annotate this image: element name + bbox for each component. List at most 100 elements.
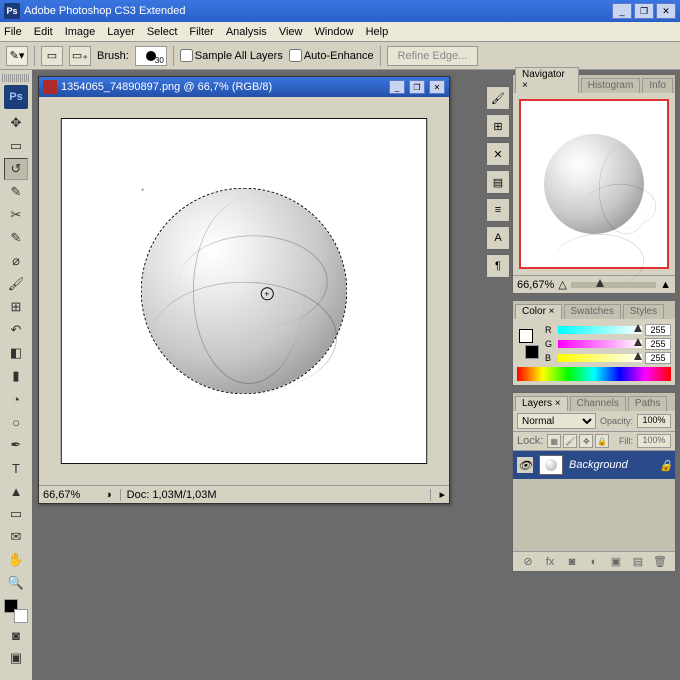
layer-thumbnail[interactable] (539, 455, 563, 475)
lasso-tool[interactable]: ↺ (4, 158, 28, 180)
new-selection-icon[interactable]: ▭ (41, 46, 63, 66)
path-select-tool[interactable]: ▲ (4, 480, 28, 502)
tab-color[interactable]: Color × (515, 304, 562, 319)
pen-tool[interactable]: ✒ (4, 434, 28, 456)
toolbox-handle[interactable] (2, 74, 30, 82)
status-info-icon[interactable]: ◑ (105, 489, 112, 501)
lock-position-icon[interactable]: ✥ (579, 434, 593, 448)
screen-mode-tool[interactable]: ▣ (4, 647, 28, 669)
background-swatch[interactable] (14, 609, 28, 623)
actions-panel-icon[interactable]: ≡ (486, 198, 510, 222)
eyedropper-tool[interactable]: ✎ (4, 227, 28, 249)
tool-preset-icon[interactable]: ✎▾ (6, 46, 28, 66)
move-tool[interactable]: ✥ (4, 112, 28, 134)
tab-styles[interactable]: Styles (623, 304, 664, 319)
stamp-tool[interactable]: ⊞ (4, 296, 28, 318)
doc-close-button[interactable]: ✕ (429, 80, 445, 94)
shape-tool[interactable]: ▭ (4, 503, 28, 525)
tab-histogram[interactable]: Histogram (581, 78, 641, 93)
menu-help[interactable]: Help (366, 26, 389, 38)
b-slider[interactable] (558, 354, 642, 362)
navigator-zoom-slider[interactable] (571, 282, 656, 288)
adjustment-layer-icon[interactable]: ◐ (586, 555, 602, 569)
menu-view[interactable]: View (279, 26, 303, 38)
r-slider[interactable] (558, 326, 642, 334)
lock-transparency-icon[interactable]: ▦ (547, 434, 561, 448)
clone-panel-icon[interactable]: ⊞ (486, 114, 510, 138)
zoom-in-icon[interactable]: ▲ (660, 279, 671, 291)
menu-edit[interactable]: Edit (34, 26, 53, 38)
opacity-value[interactable]: 100% (637, 414, 671, 428)
minimize-button[interactable]: _ (612, 3, 632, 19)
character-panel-icon[interactable]: A (486, 226, 510, 250)
brushes-panel-icon[interactable]: 🖌 (486, 86, 510, 110)
tab-paths[interactable]: Paths (628, 396, 668, 411)
tab-info[interactable]: Info (642, 78, 673, 93)
menu-layer[interactable]: Layer (107, 26, 135, 38)
marquee-tool[interactable]: ▭ (4, 135, 28, 157)
b-value[interactable]: 255 (645, 352, 671, 364)
layer-name[interactable]: Background (569, 459, 628, 471)
new-group-icon[interactable]: ▣ (608, 555, 624, 569)
tab-channels[interactable]: Channels (570, 396, 626, 411)
type-tool[interactable]: T (4, 457, 28, 479)
maximize-button[interactable]: ❐ (634, 3, 654, 19)
brush-picker[interactable]: 30 (135, 46, 167, 66)
menu-filter[interactable]: Filter (189, 26, 213, 38)
fill-value[interactable]: 100% (637, 434, 671, 448)
lock-pixels-icon[interactable]: 🖌 (563, 434, 577, 448)
tool-presets-panel-icon[interactable]: ✕ (486, 142, 510, 166)
lock-all-icon[interactable]: 🔒 (595, 434, 609, 448)
link-layers-icon[interactable]: ⊘ (520, 555, 536, 569)
layer-style-icon[interactable]: fx (542, 555, 558, 569)
paragraph-panel-icon[interactable]: ¶ (486, 254, 510, 278)
gradient-tool[interactable]: ▮ (4, 365, 28, 387)
layer-comps-panel-icon[interactable]: ▤ (486, 170, 510, 194)
document-titlebar[interactable]: 1354065_74890897.png @ 66,7% (RGB/8) _ ❐… (39, 77, 449, 97)
menu-file[interactable]: File (4, 26, 22, 38)
add-selection-icon[interactable]: ▭₊ (69, 46, 91, 66)
new-layer-icon[interactable]: ▤ (630, 555, 646, 569)
brush-tool[interactable]: 🖌 (4, 273, 28, 295)
sample-all-checkbox[interactable]: Sample All Layers (180, 49, 283, 62)
layer-item-background[interactable]: 👁 Background 🔒 (513, 451, 675, 479)
dodge-tool[interactable]: ○ (4, 411, 28, 433)
g-slider[interactable] (558, 340, 642, 348)
doc-maximize-button[interactable]: ❐ (409, 80, 425, 94)
blend-mode-select[interactable]: Normal (517, 413, 596, 429)
tab-swatches[interactable]: Swatches (564, 304, 621, 319)
color-spectrum[interactable] (517, 367, 671, 381)
auto-enhance-checkbox[interactable]: Auto-Enhance (289, 49, 374, 62)
crop-tool[interactable]: ✂ (4, 204, 28, 226)
eraser-tool[interactable]: ◧ (4, 342, 28, 364)
g-value[interactable]: 255 (645, 338, 671, 350)
zoom-field[interactable]: 66,67% (43, 489, 97, 501)
notes-tool[interactable]: ✉ (4, 526, 28, 548)
hand-tool[interactable]: ✋ (4, 549, 28, 571)
zoom-out-icon[interactable]: △ (558, 278, 566, 291)
color-swatch-pair[interactable] (517, 327, 541, 361)
document-canvas[interactable]: + (61, 118, 427, 464)
visibility-icon[interactable]: 👁 (517, 457, 533, 473)
color-swatches[interactable] (4, 599, 28, 623)
quick-select-tool[interactable]: ✎ (4, 181, 28, 203)
zoom-tool[interactable]: 🔍 (4, 572, 28, 594)
menu-window[interactable]: Window (314, 26, 353, 38)
r-value[interactable]: 255 (645, 324, 671, 336)
navigator-zoom-value[interactable]: 66,67% (517, 279, 554, 291)
history-brush-tool[interactable]: ↶ (4, 319, 28, 341)
layer-mask-icon[interactable]: ◙ (564, 555, 580, 569)
tab-layers[interactable]: Layers × (515, 396, 568, 411)
healing-tool[interactable]: ⌀ (4, 250, 28, 272)
blur-tool[interactable]: ◔ (4, 388, 28, 410)
delete-layer-icon[interactable]: 🗑 (652, 555, 668, 569)
menu-analysis[interactable]: Analysis (226, 26, 267, 38)
menu-select[interactable]: Select (147, 26, 178, 38)
tab-navigator[interactable]: Navigator × (515, 67, 579, 93)
status-arrow-icon[interactable]: ▸ (439, 488, 445, 501)
navigator-preview[interactable] (519, 99, 669, 269)
refine-edge-button[interactable]: Refine Edge... (387, 46, 479, 66)
doc-minimize-button[interactable]: _ (389, 80, 405, 94)
quick-mask-tool[interactable]: ◙ (4, 624, 28, 646)
close-button[interactable]: ✕ (656, 3, 676, 19)
